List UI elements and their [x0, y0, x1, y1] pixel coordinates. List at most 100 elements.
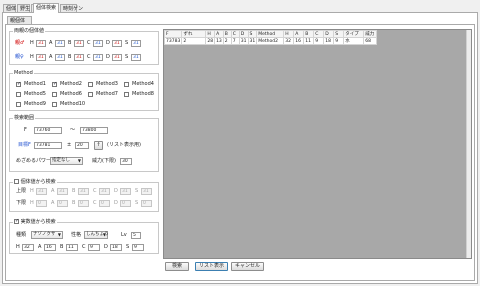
table-cell: 11	[303, 37, 315, 45]
lower-iv-name-S: S	[135, 200, 139, 206]
column-header[interactable]: S	[247, 30, 258, 38]
method-checkbox-2[interactable]	[52, 82, 57, 87]
stat-input-C[interactable]: 9	[88, 244, 100, 251]
stat-input-B[interactable]: 11	[66, 244, 78, 251]
results-grid[interactable]: F ずれ H A B C D S Method H A B C D S タイプ 威力 73783 2 28 13 2 7 31…	[163, 29, 472, 259]
method-checkbox-1[interactable]	[16, 82, 21, 87]
stat-input-S[interactable]: 9	[132, 244, 144, 251]
female-iv-input-D[interactable]: 31	[112, 54, 122, 61]
female-iv-input-A[interactable]: 31	[55, 54, 65, 61]
iv-search-title-text: 個体値から検索	[20, 179, 56, 185]
male-iv-input-D[interactable]: 31	[112, 40, 122, 47]
column-header[interactable]: F	[163, 30, 183, 38]
lower-iv-input-A[interactable]: 0	[57, 200, 68, 207]
table-row[interactable]: 73783 2 28 13 2 7 31 31 Method2 32 16 11 9 18 9 水 68	[163, 37, 378, 45]
column-header[interactable]: C	[313, 30, 325, 38]
column-header[interactable]: B	[303, 30, 315, 38]
column-header[interactable]: S	[333, 30, 345, 38]
lower-iv-input-H[interactable]: 0	[36, 200, 47, 207]
stat-name-B: B	[60, 244, 64, 250]
male-stat-name-B: B	[68, 40, 72, 46]
method-checkbox-4[interactable]	[124, 82, 129, 87]
column-header[interactable]: B	[222, 30, 232, 38]
male-iv-input-A[interactable]: 31	[55, 40, 65, 47]
upper-iv-input-C[interactable]: 31	[99, 188, 110, 195]
upper-iv-input-S[interactable]: 31	[141, 188, 152, 195]
f-to-input[interactable]: 73800	[80, 127, 108, 134]
male-iv-input-C[interactable]: 31	[93, 40, 103, 47]
stat-name-D: D	[104, 244, 108, 250]
female-stat-name-C: C	[87, 54, 91, 60]
method-checkbox-8[interactable]	[124, 92, 129, 97]
table-cell: 9	[333, 37, 345, 45]
iv-search-checkbox[interactable]	[14, 179, 19, 184]
method-checkbox-5[interactable]	[16, 92, 21, 97]
species-select[interactable]: ナゾノクサ ▼	[31, 231, 63, 239]
female-stat-name-H: H	[30, 54, 34, 60]
column-header[interactable]: A	[214, 30, 224, 38]
cancel-button[interactable]: キャンセル	[231, 262, 264, 271]
column-header[interactable]: C	[230, 30, 240, 38]
female-stat-name-D: D	[106, 54, 110, 60]
stat-input-H[interactable]: 32	[22, 244, 34, 251]
nature-select[interactable]: しんちょう ▼	[84, 231, 109, 239]
search-button[interactable]: 検索	[165, 262, 189, 271]
method-label-7: Method7	[96, 91, 118, 97]
lower-iv-input-D[interactable]: 0	[120, 200, 131, 207]
method-label-4: Method4	[132, 81, 154, 87]
female-iv-input-H[interactable]: 31	[36, 54, 46, 61]
male-iv-input-B[interactable]: 31	[74, 40, 84, 47]
list-range-button[interactable]: ↑	[94, 141, 103, 150]
stat-search-checkbox[interactable]	[14, 219, 19, 224]
method-checkbox-9[interactable]	[16, 102, 21, 107]
upper-iv-input-H[interactable]: 31	[36, 188, 47, 195]
female-iv-input-C[interactable]: 31	[93, 54, 103, 61]
female-stat-name-B: B	[68, 54, 72, 60]
method-checkbox-7[interactable]	[88, 92, 93, 97]
column-header[interactable]: H	[283, 30, 295, 38]
results-scrollbar[interactable]	[466, 30, 471, 258]
female-iv-input-B[interactable]: 31	[74, 54, 84, 61]
plusminus-input[interactable]: 20	[75, 142, 89, 149]
female-iv-input-S[interactable]: 31	[131, 54, 141, 61]
column-header[interactable]: D	[238, 30, 249, 38]
column-header[interactable]: A	[293, 30, 305, 38]
column-header[interactable]: 威力	[363, 30, 378, 38]
lower-iv-input-C[interactable]: 0	[99, 200, 110, 207]
list-display-button[interactable]: リスト表示	[195, 262, 228, 271]
table-cell: 28	[205, 37, 216, 45]
upper-iv-input-D[interactable]: 31	[120, 188, 131, 195]
column-header[interactable]: ずれ	[181, 30, 207, 38]
power-min-input[interactable]: 30	[120, 158, 132, 165]
method-checkbox-3[interactable]	[88, 82, 93, 87]
subtab-1[interactable]: 個体検索	[33, 3, 59, 13]
stat-input-A[interactable]: 16	[44, 244, 56, 251]
column-header[interactable]: H	[205, 30, 216, 38]
method-checkbox-6[interactable]	[52, 92, 57, 97]
upper-iv-name-A: A	[51, 188, 55, 194]
target-f-input[interactable]: 73781	[34, 142, 62, 149]
hidden-power-value: 指定なし	[52, 158, 70, 163]
male-stat-name-H: H	[30, 40, 34, 46]
results-table: F ずれ H A B C D S Method H A B C D S タイプ 威力 73783 2 28 13 2 7 31…	[163, 30, 378, 45]
lower-iv-input-B[interactable]: 0	[78, 200, 89, 207]
table-cell: 9	[313, 37, 325, 45]
level-label: Lv	[121, 232, 127, 238]
f-from-input[interactable]: 73760	[34, 127, 62, 134]
lower-iv-input-S[interactable]: 0	[141, 200, 152, 207]
stat-input-D[interactable]: 18	[110, 244, 122, 251]
upper-iv-input-A[interactable]: 31	[57, 188, 68, 195]
stat-search-title: 実数値から検索	[13, 219, 57, 225]
male-iv-input-S[interactable]: 31	[131, 40, 141, 47]
male-stat-name-A: A	[49, 40, 53, 46]
column-header[interactable]: D	[323, 30, 335, 38]
male-iv-input-H[interactable]: 31	[36, 40, 46, 47]
column-header[interactable]: Method	[256, 30, 285, 38]
column-header[interactable]: タイプ	[343, 30, 365, 38]
method-checkbox-10[interactable]	[52, 102, 57, 107]
male-stat-name-C: C	[87, 40, 91, 46]
hidden-power-select[interactable]: 指定なし ▼	[50, 157, 83, 165]
method-label-1: Method1	[24, 81, 46, 87]
level-input[interactable]: 5	[131, 232, 141, 239]
upper-iv-input-B[interactable]: 31	[78, 188, 89, 195]
